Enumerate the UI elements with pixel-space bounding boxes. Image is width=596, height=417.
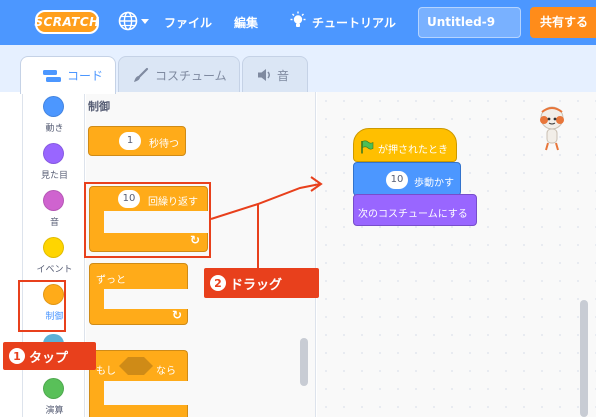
drag-step-number: 2 [210,275,226,291]
tab-code[interactable]: コード [20,56,116,94]
tap-callout-label: タップ [29,350,69,366]
code-blocks-icon [43,69,61,82]
tap-step-number: 1 [9,348,25,364]
tap-callout: 1 タップ [3,342,96,370]
drag-callout: 2 ドラッグ [204,268,319,298]
tab-code-label: コード [67,69,104,83]
drag-callout-label: ドラッグ [230,277,283,293]
